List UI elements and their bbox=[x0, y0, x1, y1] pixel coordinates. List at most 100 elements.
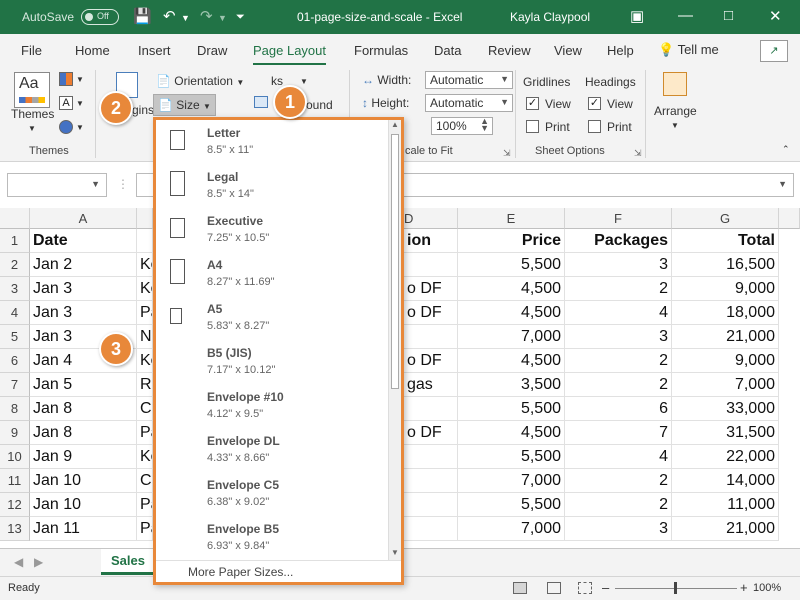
background-icon[interactable] bbox=[254, 96, 268, 108]
cell-d[interactable] bbox=[404, 253, 458, 277]
breaks-label[interactable]: ks bbox=[271, 74, 283, 88]
cell-a[interactable]: Jan 11 bbox=[30, 517, 137, 541]
headings-view-checkbox[interactable]: ✓ bbox=[588, 97, 601, 110]
tab-data[interactable]: Data bbox=[434, 43, 461, 58]
themes-button[interactable]: Aa bbox=[14, 72, 50, 108]
row-header[interactable]: 4 bbox=[0, 301, 30, 325]
cell-g[interactable]: 14,000 bbox=[672, 469, 779, 493]
user-name[interactable]: Kayla Claypool bbox=[510, 10, 590, 24]
row-header[interactable]: 5 bbox=[0, 325, 30, 349]
page-layout-view-icon[interactable] bbox=[547, 582, 561, 594]
cell-b[interactable]: Ca bbox=[137, 397, 153, 421]
paper-size-option[interactable]: Executive 7.25" x 10.5" bbox=[156, 208, 388, 252]
cell-e[interactable]: 7,000 bbox=[458, 325, 565, 349]
cell-f[interactable]: 3 bbox=[565, 517, 672, 541]
cell-f[interactable]: 2 bbox=[565, 493, 672, 517]
row-header[interactable]: 2 bbox=[0, 253, 30, 277]
cell-f[interactable]: 3 bbox=[565, 253, 672, 277]
cell-a[interactable]: Jan 8 bbox=[30, 397, 137, 421]
normal-view-icon[interactable] bbox=[513, 582, 527, 594]
cell-e[interactable]: 3,500 bbox=[458, 373, 565, 397]
column-header-e[interactable]: E bbox=[458, 208, 565, 229]
row-header[interactable]: 1 bbox=[0, 229, 30, 253]
cell-b[interactable]: Pa bbox=[137, 301, 153, 325]
collapse-ribbon-icon[interactable]: ⌃ bbox=[782, 144, 790, 155]
cell-b[interactable] bbox=[137, 229, 153, 253]
cell-g[interactable]: 7,000 bbox=[672, 373, 779, 397]
cell-b[interactable]: Ca bbox=[137, 469, 153, 493]
save-icon[interactable]: 💾 bbox=[133, 7, 152, 25]
cell-g[interactable]: 9,000 bbox=[672, 349, 779, 373]
cell-f[interactable]: 4 bbox=[565, 301, 672, 325]
cell-b[interactable]: Pa bbox=[137, 493, 153, 517]
customize-qat-icon[interactable]: ⏷ bbox=[236, 11, 245, 24]
cell-e[interactable]: 4,500 bbox=[458, 277, 565, 301]
cell-b[interactable]: Ke bbox=[137, 445, 153, 469]
cell-d[interactable]: o DF bbox=[404, 349, 458, 373]
scale-spinner-icon[interactable]: ▲ ▼ bbox=[480, 117, 489, 133]
orientation-button[interactable]: 📄 Orientation ▼ bbox=[156, 74, 244, 88]
cell-b[interactable]: Ke bbox=[137, 277, 153, 301]
tab-insert[interactable]: Insert bbox=[138, 43, 171, 58]
cell-a[interactable]: Jan 9 bbox=[30, 445, 137, 469]
ribbon-display-icon[interactable]: ▣ bbox=[630, 7, 644, 25]
tab-review[interactable]: Review bbox=[488, 43, 531, 58]
tab-formulas[interactable]: Formulas bbox=[354, 43, 408, 58]
cell-a[interactable]: Jan 3 bbox=[30, 301, 137, 325]
scale-input[interactable]: 100% ▲ ▼ bbox=[431, 117, 493, 135]
cell-e[interactable]: 5,500 bbox=[458, 445, 565, 469]
more-paper-sizes[interactable]: More Paper Sizes... bbox=[156, 560, 401, 582]
gridlines-view-checkbox[interactable]: ✓ bbox=[526, 97, 539, 110]
cell-f[interactable]: 7 bbox=[565, 421, 672, 445]
arrange-icon[interactable] bbox=[663, 72, 687, 96]
colors-icon[interactable] bbox=[59, 72, 73, 86]
cell-a[interactable]: Jan 10 bbox=[30, 469, 137, 493]
column-header-g[interactable]: G bbox=[672, 208, 779, 229]
cell-a[interactable]: Jan 5 bbox=[30, 373, 137, 397]
cell-b[interactable]: Ke bbox=[137, 349, 153, 373]
select-all-corner[interactable] bbox=[0, 208, 30, 229]
cell-g[interactable]: Total bbox=[672, 229, 779, 253]
cell-d[interactable] bbox=[404, 469, 458, 493]
cell-g[interactable]: 31,500 bbox=[672, 421, 779, 445]
paper-size-option[interactable]: Letter 8.5" x 11" bbox=[156, 120, 388, 164]
background-label[interactable]: ound bbox=[306, 98, 333, 112]
cell-a[interactable]: Jan 2 bbox=[30, 253, 137, 277]
tab-view[interactable]: View bbox=[554, 43, 582, 58]
cell-f[interactable]: Packages bbox=[565, 229, 672, 253]
redo-icon[interactable]: ↷ bbox=[200, 7, 213, 25]
tab-page-layout[interactable]: Page Layout bbox=[253, 43, 327, 65]
cell-e[interactable]: 4,500 bbox=[458, 421, 565, 445]
tab-home[interactable]: Home bbox=[75, 43, 110, 58]
cell-b[interactable]: Pa bbox=[137, 421, 153, 445]
column-header-b[interactable] bbox=[137, 208, 153, 229]
arrange-label[interactable]: Arrange bbox=[654, 104, 697, 118]
expand-formula-bar-icon[interactable]: ▼ bbox=[778, 179, 787, 189]
undo-dropdown-icon[interactable]: ▼ bbox=[181, 13, 190, 23]
share-button[interactable]: ↗ bbox=[760, 40, 788, 62]
column-header-f[interactable]: F bbox=[565, 208, 672, 229]
paper-size-option[interactable]: Envelope #10 4.12" x 9.5" bbox=[156, 384, 388, 428]
scale-launcher-icon[interactable]: ⇲ bbox=[503, 148, 511, 159]
cell-g[interactable]: 11,000 bbox=[672, 493, 779, 517]
close-icon[interactable]: ✕ bbox=[769, 7, 782, 25]
column-header-a[interactable]: A bbox=[30, 208, 137, 229]
sheet-tab-sales[interactable]: Sales bbox=[101, 549, 155, 575]
column-header-h[interactable] bbox=[779, 208, 800, 229]
row-header[interactable]: 12 bbox=[0, 493, 30, 517]
cell-b[interactable]: Ro bbox=[137, 373, 153, 397]
cell-g[interactable]: 21,000 bbox=[672, 517, 779, 541]
paper-size-scrollbar[interactable]: ▲ ▼ bbox=[388, 120, 401, 560]
next-sheet-icon[interactable]: ▶ bbox=[34, 555, 43, 569]
size-button[interactable]: 📄 Size ▼ bbox=[153, 94, 216, 116]
zoom-level[interactable]: 100% bbox=[753, 582, 781, 594]
paper-size-option[interactable]: Legal 8.5" x 14" bbox=[156, 164, 388, 208]
cell-d[interactable] bbox=[404, 397, 458, 421]
paper-size-option[interactable]: A5 5.83" x 8.27" bbox=[156, 296, 388, 340]
cell-d[interactable]: o DF bbox=[404, 277, 458, 301]
scroll-up-icon[interactable]: ▲ bbox=[391, 120, 399, 129]
cell-g[interactable]: 33,000 bbox=[672, 397, 779, 421]
cell-f[interactable]: 3 bbox=[565, 325, 672, 349]
cell-d[interactable]: ion bbox=[404, 229, 458, 253]
cell-e[interactable]: 5,500 bbox=[458, 397, 565, 421]
